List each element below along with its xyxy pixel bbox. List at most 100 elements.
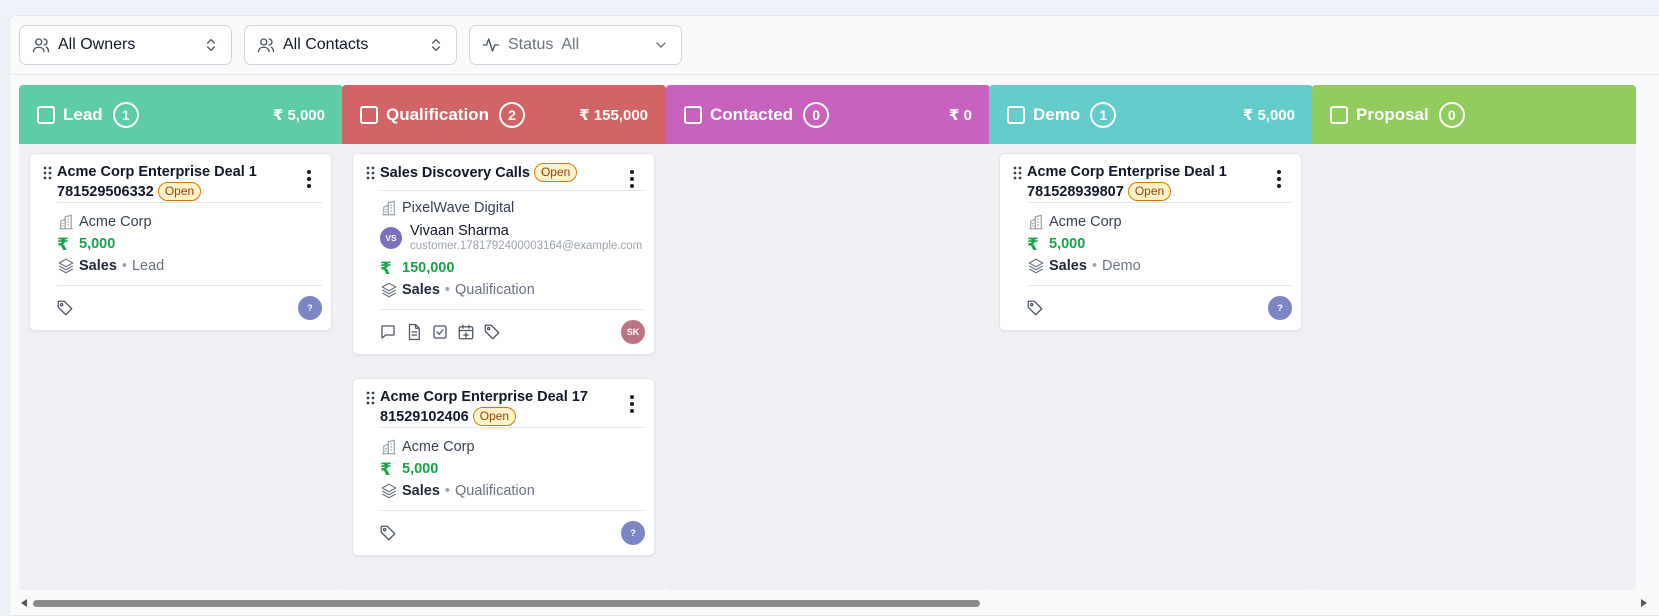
- column-total: ₹ 5,000: [1242, 106, 1295, 124]
- column-count-badge: 1: [112, 101, 139, 128]
- rupee-icon: ₹: [380, 460, 392, 479]
- scroll-left-arrow[interactable]: [21, 599, 27, 607]
- pipeline-name: Sales: [402, 483, 440, 499]
- separator-dot: •: [444, 483, 450, 499]
- rupee-icon: ₹: [1027, 235, 1039, 254]
- column-contacted: Contacted 0 ₹ 0: [666, 85, 990, 590]
- drag-handle-icon[interactable]: [43, 166, 53, 180]
- column-header: Contacted 0 ₹ 0: [666, 85, 990, 144]
- column-qualification: Qualification 2 ₹ 155,000 Sales Discover…: [342, 85, 666, 590]
- column-demo: Demo 1 ₹ 5,000 Acme Corp Enterprise Deal…: [989, 85, 1313, 590]
- select-column-checkbox[interactable]: [37, 105, 55, 124]
- layers-icon: [1027, 257, 1045, 275]
- deal-card[interactable]: Sales Discovery Calls Open PixelWave Dig…: [352, 153, 655, 355]
- deal-title[interactable]: Acme Corp Enterprise Deal 1 781529506332…: [57, 163, 297, 202]
- pipeline-name: Sales: [1049, 258, 1087, 274]
- tag-icon[interactable]: [1026, 299, 1044, 317]
- chevron-up-down-icon: [428, 37, 444, 53]
- separator-dot: •: [121, 258, 127, 274]
- pipeline-name: Sales: [402, 282, 440, 298]
- horizontal-scrollbar[interactable]: [9, 597, 1659, 609]
- deal-title[interactable]: Sales Discovery Calls Open: [380, 163, 620, 183]
- owner-avatar[interactable]: SK: [621, 320, 645, 344]
- tag-icon[interactable]: [483, 323, 501, 341]
- tag-icon[interactable]: [56, 299, 74, 317]
- building-icon: [1027, 213, 1045, 231]
- owner-filter-select[interactable]: All Owners: [19, 25, 232, 65]
- column-count-badge: 2: [498, 101, 525, 128]
- deal-amount: 5,000: [1049, 236, 1086, 252]
- column-title: Lead: [63, 104, 103, 124]
- select-column-checkbox[interactable]: [1330, 105, 1348, 124]
- chevron-up-down-icon: [203, 37, 219, 53]
- stage-name: Qualification: [454, 282, 535, 298]
- pipeline-name: Sales: [79, 258, 117, 274]
- owner-avatar[interactable]: ?: [1268, 296, 1292, 320]
- contact-row[interactable]: VS Vivaan Sharma customer.17817924000031…: [380, 219, 654, 257]
- separator-dot: •: [444, 282, 450, 298]
- scrollbar-thumb[interactable]: [33, 600, 980, 607]
- column-title: Contacted: [710, 104, 794, 124]
- column-count-badge: 0: [803, 101, 830, 128]
- company-name: Acme Corp: [1049, 214, 1122, 230]
- column-total: ₹ 0: [949, 106, 972, 124]
- deal-card[interactable]: Acme Corp Enterprise Deal 1 781528939807…: [999, 153, 1302, 331]
- deal-amount: 5,000: [402, 461, 439, 477]
- pipeline-board: All Owners All Contacts Status All Lead …: [9, 15, 1659, 616]
- status-badge: Open: [1127, 182, 1172, 201]
- building-icon: [57, 213, 75, 231]
- column-header: Lead 1 ₹ 5,000: [19, 85, 343, 144]
- task-check-icon[interactable]: [431, 323, 449, 341]
- more-options-icon[interactable]: [305, 169, 313, 189]
- contact-filter-label: All Contacts: [283, 36, 369, 53]
- deal-title[interactable]: Acme Corp Enterprise Deal 1 781528939807…: [1027, 163, 1267, 202]
- column-header: Demo 1 ₹ 5,000: [989, 85, 1313, 144]
- drag-handle-icon[interactable]: [1013, 166, 1023, 180]
- document-icon[interactable]: [405, 323, 423, 341]
- status-badge: Open: [472, 407, 517, 426]
- chevron-down-icon: [653, 37, 669, 53]
- owner-avatar[interactable]: ?: [621, 521, 645, 545]
- column-count-badge: 1: [1090, 101, 1117, 128]
- scroll-right-arrow[interactable]: [1641, 599, 1647, 607]
- status-badge: Open: [533, 163, 578, 182]
- stage-name: Demo: [1101, 258, 1141, 274]
- owner-avatar[interactable]: ?: [298, 296, 322, 320]
- status-badge: Open: [157, 182, 202, 201]
- contact-filter-select[interactable]: All Contacts: [244, 25, 457, 65]
- column-lead: Lead 1 ₹ 5,000 Acme Corp Enterprise Deal…: [19, 85, 343, 590]
- separator-dot: •: [1091, 258, 1097, 274]
- status-filter-select[interactable]: Status All: [469, 25, 682, 65]
- deal-title[interactable]: Acme Corp Enterprise Deal 17 81529102406…: [380, 388, 620, 427]
- activity-icon: [482, 36, 500, 54]
- deal-title-text: Acme Corp Enterprise Deal 1 781528939807: [1027, 164, 1227, 200]
- column-total: ₹ 5,000: [272, 106, 325, 124]
- more-options-icon[interactable]: [628, 169, 636, 189]
- select-column-checkbox[interactable]: [1007, 105, 1025, 124]
- drag-handle-icon[interactable]: [366, 166, 376, 180]
- column-title: Demo: [1033, 104, 1081, 124]
- column-header: Proposal 0: [1312, 85, 1636, 144]
- status-filter-value: All: [561, 36, 580, 53]
- top-strip: [0, 0, 1659, 15]
- users-icon: [32, 36, 50, 54]
- drag-handle-icon[interactable]: [366, 391, 376, 405]
- calendar-add-icon[interactable]: [457, 323, 475, 341]
- deal-card[interactable]: Acme Corp Enterprise Deal 17 81529102406…: [352, 378, 655, 556]
- column-title: Qualification: [386, 104, 489, 124]
- building-icon: [380, 438, 398, 456]
- deal-title-text: Sales Discovery Calls: [380, 165, 530, 181]
- deal-card[interactable]: Acme Corp Enterprise Deal 1 781529506332…: [29, 153, 332, 331]
- select-column-checkbox[interactable]: [684, 105, 702, 124]
- comment-icon[interactable]: [379, 323, 397, 341]
- column-title: Proposal: [1356, 104, 1429, 124]
- select-column-checkbox[interactable]: [360, 105, 378, 124]
- column-total: ₹ 155,000: [579, 106, 648, 124]
- column-header: Qualification 2 ₹ 155,000: [342, 85, 666, 144]
- contact-name: Vivaan Sharma: [410, 223, 509, 239]
- tag-icon[interactable]: [379, 524, 397, 542]
- column-proposal: Proposal 0: [1312, 85, 1636, 590]
- more-options-icon[interactable]: [1275, 169, 1283, 189]
- building-icon: [380, 199, 398, 217]
- more-options-icon[interactable]: [628, 394, 636, 414]
